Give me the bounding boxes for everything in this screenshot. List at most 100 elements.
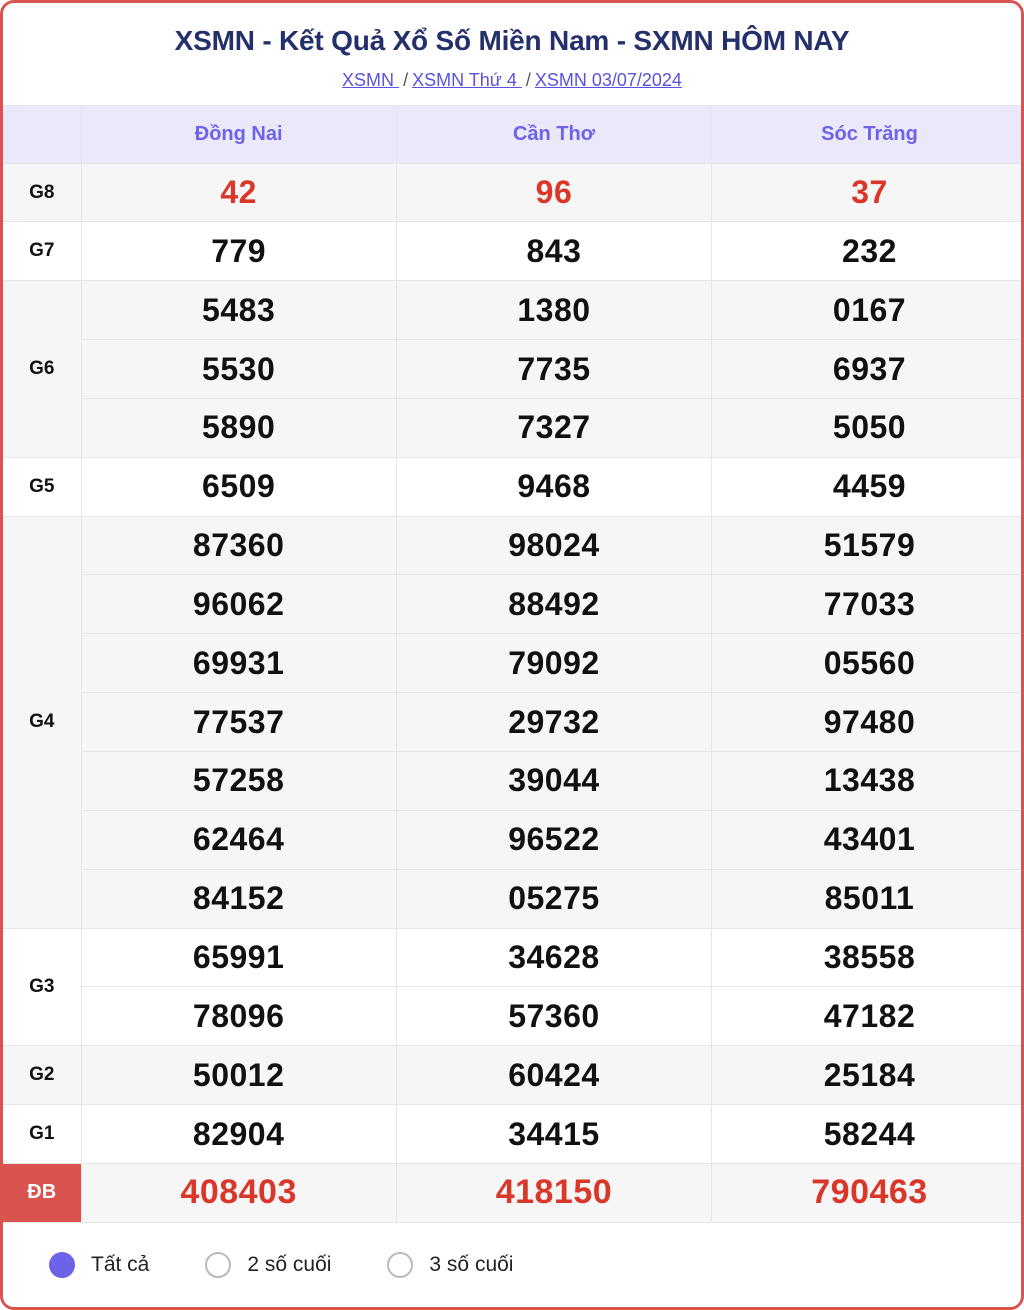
breadcrumb-link-weekday[interactable]: XSMN Thứ 4 (412, 70, 522, 90)
result-number: 96062 (81, 574, 397, 635)
result-number: 34415 (395, 1104, 713, 1164)
result-number: 38558 (711, 927, 1021, 988)
result-number: 57360 (395, 986, 713, 1047)
table-row: G2 50012 60424 25184 (3, 1045, 1021, 1106)
province-header-2: Sóc Trăng (711, 104, 1021, 164)
radio-option-1[interactable]: 2 số cuối (205, 1252, 331, 1278)
table-row: 84152 05275 85011 (3, 868, 1021, 929)
table-row: G6 5483 1380 0167 (3, 280, 1021, 458)
table-row: G3 65991 34628 38558 (3, 927, 1021, 1047)
result-number: 85011 (711, 868, 1021, 929)
header-blank-cell (3, 104, 82, 164)
result-number: 232 (711, 221, 1021, 282)
prize-label-g5: G5 (3, 456, 82, 517)
radio-option-0[interactable]: Tất cả (49, 1252, 149, 1278)
result-number: 58244 (711, 1104, 1021, 1164)
result-number: 34628 (395, 927, 713, 988)
result-number: 47182 (711, 986, 1021, 1047)
result-number: 79092 (395, 633, 713, 694)
table-row: G8 42 96 37 (3, 162, 1021, 223)
table-row: G5 6509 9468 4459 (3, 456, 1021, 517)
result-number: 790463 (711, 1162, 1021, 1224)
table-row: 62464 96522 43401 (3, 809, 1021, 870)
result-number: 37 (711, 162, 1021, 223)
result-number: 05275 (395, 868, 713, 929)
result-number: 0167 (711, 280, 1021, 341)
result-number: 779 (80, 221, 397, 282)
result-number: 65991 (80, 927, 397, 988)
result-number: 7327 (395, 397, 713, 458)
radio-selected-icon[interactable] (49, 1252, 75, 1278)
table-row: 5530 7735 6937 (3, 339, 1021, 399)
result-number: 60424 (395, 1045, 713, 1106)
prize-label-g4: G4 (3, 515, 82, 929)
result-number: 5890 (81, 397, 397, 458)
result-number: 62464 (81, 809, 397, 870)
prize-label-g2: G2 (3, 1045, 82, 1106)
table-row: 57258 39044 13438 (3, 751, 1021, 811)
breadcrumb-separator-1: / (403, 70, 409, 91)
breadcrumb-separator-2: / (525, 70, 531, 91)
prize-label-đb: ĐB (3, 1162, 82, 1224)
radio-option-label: Tất cả (91, 1253, 150, 1276)
result-number: 43401 (711, 809, 1021, 870)
result-number: 96 (395, 162, 713, 223)
result-number: 25184 (711, 1045, 1021, 1106)
table-row: 77537 29732 97480 (3, 692, 1021, 753)
table-row: 78096 57360 47182 (3, 986, 1021, 1047)
result-number: 6509 (80, 456, 397, 517)
card-header: XSMN - Kết Quả Xổ Số Miền Nam - SXMN HÔM… (3, 3, 1021, 105)
result-number: 50012 (80, 1045, 397, 1106)
result-number: 9468 (395, 456, 713, 517)
result-number: 82904 (80, 1104, 397, 1164)
result-number: 29732 (395, 692, 713, 753)
result-number: 78096 (81, 986, 397, 1047)
result-number: 5050 (711, 397, 1021, 458)
table-row: 96062 88492 77033 (3, 574, 1021, 635)
result-number: 408403 (80, 1162, 397, 1224)
prize-label-g7: G7 (3, 221, 82, 282)
result-number: 42 (80, 162, 397, 223)
table-head: Đồng Nai Cần Thơ Sóc Trăng (3, 104, 1021, 164)
radio-option-label: 2 số cuối (247, 1253, 332, 1276)
result-number: 39044 (395, 751, 713, 811)
radio-option-2[interactable]: 3 số cuối (387, 1252, 513, 1278)
table-row: G4 87360 98024 51579 (3, 515, 1021, 929)
result-number: 57258 (81, 751, 397, 811)
result-number: 77033 (711, 574, 1021, 635)
radio-unselected-icon[interactable] (387, 1252, 414, 1278)
result-number: 87360 (80, 515, 397, 576)
table-row: G1 82904 34415 58244 (3, 1104, 1021, 1164)
result-number: 88492 (395, 574, 713, 635)
result-number: 1380 (395, 280, 713, 341)
breadcrumb: XSMN / XSMN Thứ 4 /XSMN 03/07/2024 (13, 69, 1011, 92)
province-header-0: Đồng Nai (80, 104, 397, 164)
result-number: 98024 (395, 515, 713, 576)
result-number: 13438 (711, 751, 1021, 811)
prize-label-g1: G1 (3, 1104, 82, 1164)
lottery-results-card: XSMN - Kết Quả Xổ Số Miền Nam - SXMN HÔM… (0, 0, 1024, 1310)
result-number: 7735 (395, 339, 713, 399)
result-number: 4459 (711, 456, 1021, 517)
radio-option-label: 3 số cuối (429, 1253, 514, 1276)
digit-filter-options: Tất cả 2 số cuối 3 số cuối (3, 1223, 1021, 1307)
result-number: 5483 (80, 280, 397, 341)
result-number: 84152 (81, 868, 397, 929)
table-row: 69931 79092 05560 (3, 633, 1021, 694)
breadcrumb-link-xsmn[interactable]: XSMN (342, 70, 399, 90)
result-number: 77537 (81, 692, 397, 753)
result-number: 96522 (395, 809, 713, 870)
result-number: 843 (395, 221, 713, 282)
table-row: 5890 7327 5050 (3, 397, 1021, 458)
table-row: ĐB 408403 418150 790463 (3, 1162, 1021, 1224)
province-header-1: Cần Thơ (395, 104, 713, 164)
result-number: 5530 (81, 339, 397, 399)
result-number: 6937 (711, 339, 1021, 399)
breadcrumb-link-date[interactable]: XSMN 03/07/2024 (535, 70, 682, 90)
table-row: G7 779 843 232 (3, 221, 1021, 282)
result-number: 05560 (711, 633, 1021, 694)
result-number: 69931 (81, 633, 397, 694)
radio-unselected-icon[interactable] (205, 1252, 232, 1278)
prize-label-g6: G6 (3, 280, 82, 458)
result-number: 97480 (711, 692, 1021, 753)
